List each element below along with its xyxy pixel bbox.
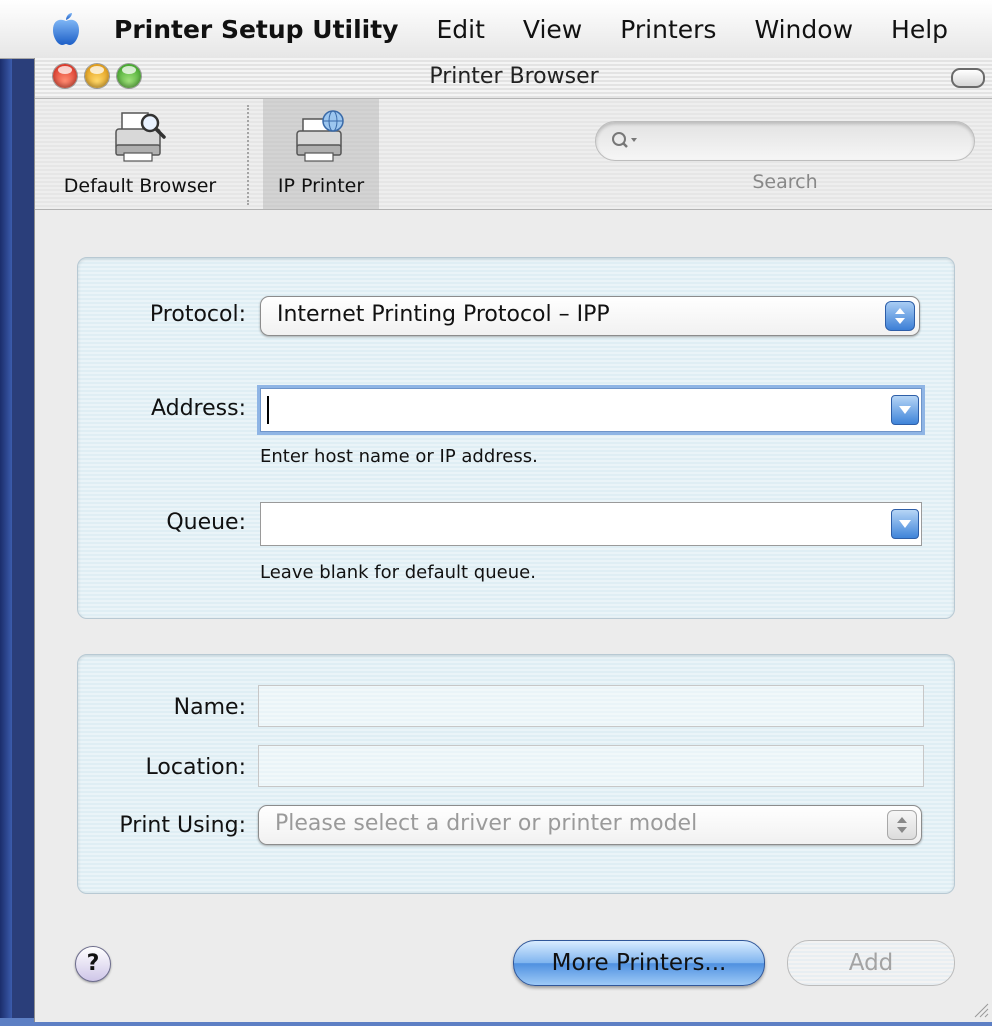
- location-field: [258, 745, 924, 787]
- queue-label: Queue:: [166, 510, 246, 535]
- menu-printers[interactable]: Printers: [601, 15, 735, 44]
- chevron-down-icon: [899, 520, 911, 528]
- menu-edit[interactable]: Edit: [417, 15, 503, 44]
- search-area: Search: [595, 121, 975, 193]
- help-button[interactable]: ?: [75, 946, 111, 982]
- printer-magnifier-icon: [115, 112, 166, 162]
- protocol-value: Internet Printing Protocol – IPP: [277, 302, 610, 327]
- printer-browser-window: Printer Browser Default Browser IP Print…: [34, 58, 992, 1022]
- queue-combo[interactable]: [260, 502, 922, 546]
- name-label: Name:: [173, 695, 246, 720]
- search-input[interactable]: [646, 128, 950, 154]
- menu-view[interactable]: View: [504, 15, 601, 44]
- protocol-label: Protocol:: [149, 302, 246, 327]
- address-dropdown-button[interactable]: [891, 395, 919, 425]
- print-using-label: Print Using:: [119, 813, 246, 838]
- window-title: Printer Browser: [429, 64, 599, 89]
- menu-window[interactable]: Window: [735, 15, 872, 44]
- printer-details-group: Name: Location: Print Using: Please sele…: [77, 654, 955, 894]
- address-combo[interactable]: [260, 388, 922, 432]
- title-bar[interactable]: Printer Browser: [35, 58, 992, 99]
- popup-arrows-icon: [887, 810, 917, 840]
- print-using-popup: Please select a driver or printer model: [258, 805, 922, 845]
- print-using-value: Please select a driver or printer model: [275, 811, 698, 836]
- network-printer-icon: [296, 110, 344, 162]
- address-hint: Enter host name or IP address.: [260, 446, 538, 467]
- add-button: Add: [787, 940, 955, 986]
- search-label: Search: [752, 171, 818, 193]
- tab-default-browser[interactable]: Default Browser: [35, 99, 245, 209]
- desktop-background: [0, 56, 12, 1026]
- name-field: [258, 685, 924, 727]
- chevron-down-icon: [899, 406, 911, 414]
- address-label: Address:: [150, 396, 246, 421]
- menu-help[interactable]: Help: [872, 15, 967, 44]
- apple-menu-icon[interactable]: [46, 11, 86, 47]
- queue-dropdown-button[interactable]: [891, 509, 919, 539]
- tab-ip-printer-label: IP Printer: [277, 175, 365, 197]
- toolbar-separator: [247, 105, 249, 205]
- tab-default-browser-label: Default Browser: [63, 175, 217, 197]
- connection-group: Protocol: Internet Printing Protocol – I…: [77, 257, 955, 619]
- queue-hint: Leave blank for default queue.: [260, 562, 536, 583]
- search-icon: [612, 132, 637, 148]
- location-label: Location:: [145, 755, 246, 780]
- address-input[interactable]: [267, 395, 881, 425]
- menu-bar: Printer Setup Utility Edit View Printers…: [0, 0, 992, 59]
- toolbar-toggle-button[interactable]: [951, 68, 985, 88]
- toolbar: Default Browser IP Printer Search: [35, 99, 992, 210]
- popup-arrows-icon: [885, 301, 915, 331]
- search-field[interactable]: [595, 121, 975, 161]
- protocol-popup[interactable]: Internet Printing Protocol – IPP: [260, 296, 920, 336]
- more-printers-button[interactable]: More Printers...: [513, 940, 765, 986]
- queue-input[interactable]: [267, 509, 881, 539]
- resize-grip-icon[interactable]: [971, 1000, 989, 1018]
- menu-app-name[interactable]: Printer Setup Utility: [86, 15, 417, 44]
- tab-ip-printer[interactable]: IP Printer: [263, 99, 379, 209]
